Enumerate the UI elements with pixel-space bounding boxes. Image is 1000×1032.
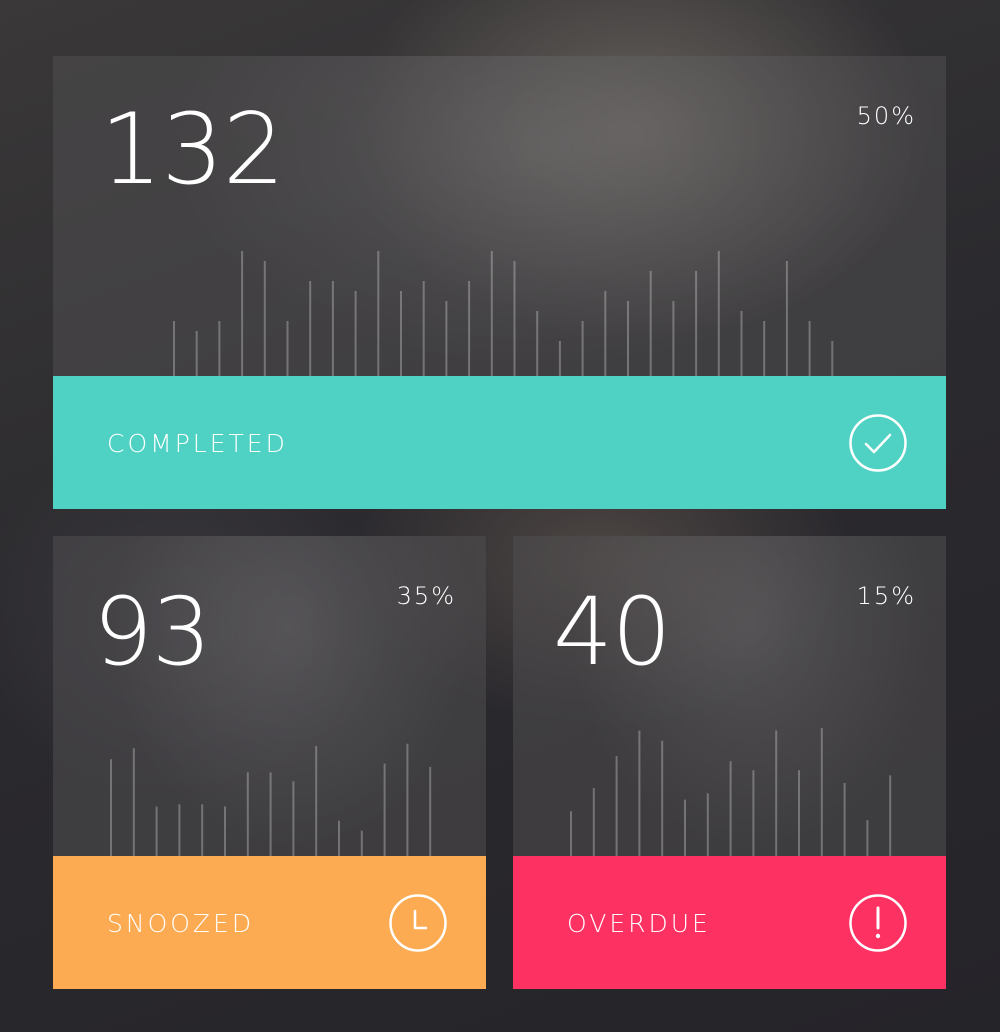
completed-card[interactable]: 132 50% COMPLETED [53, 56, 946, 509]
overdue-bar-chart [570, 728, 892, 856]
completed-bar-chart [173, 251, 834, 376]
check-circle-icon[interactable] [848, 413, 908, 473]
exclamation-circle-icon[interactable] [848, 893, 908, 953]
snoozed-card[interactable]: 93 35% SNOOZED [53, 536, 486, 989]
completed-label: COMPLETED [107, 429, 288, 458]
clock-icon[interactable] [388, 893, 448, 953]
snoozed-label: SNOOZED [107, 909, 255, 938]
overdue-label: OVERDUE [567, 909, 711, 938]
snoozed-bar-chart [110, 743, 432, 856]
snoozed-footer[interactable]: SNOOZED [53, 856, 486, 989]
completed-footer[interactable]: COMPLETED [53, 376, 946, 509]
overdue-card[interactable]: 40 15% OVERDUE [513, 536, 946, 989]
overdue-footer[interactable]: OVERDUE [513, 856, 946, 989]
